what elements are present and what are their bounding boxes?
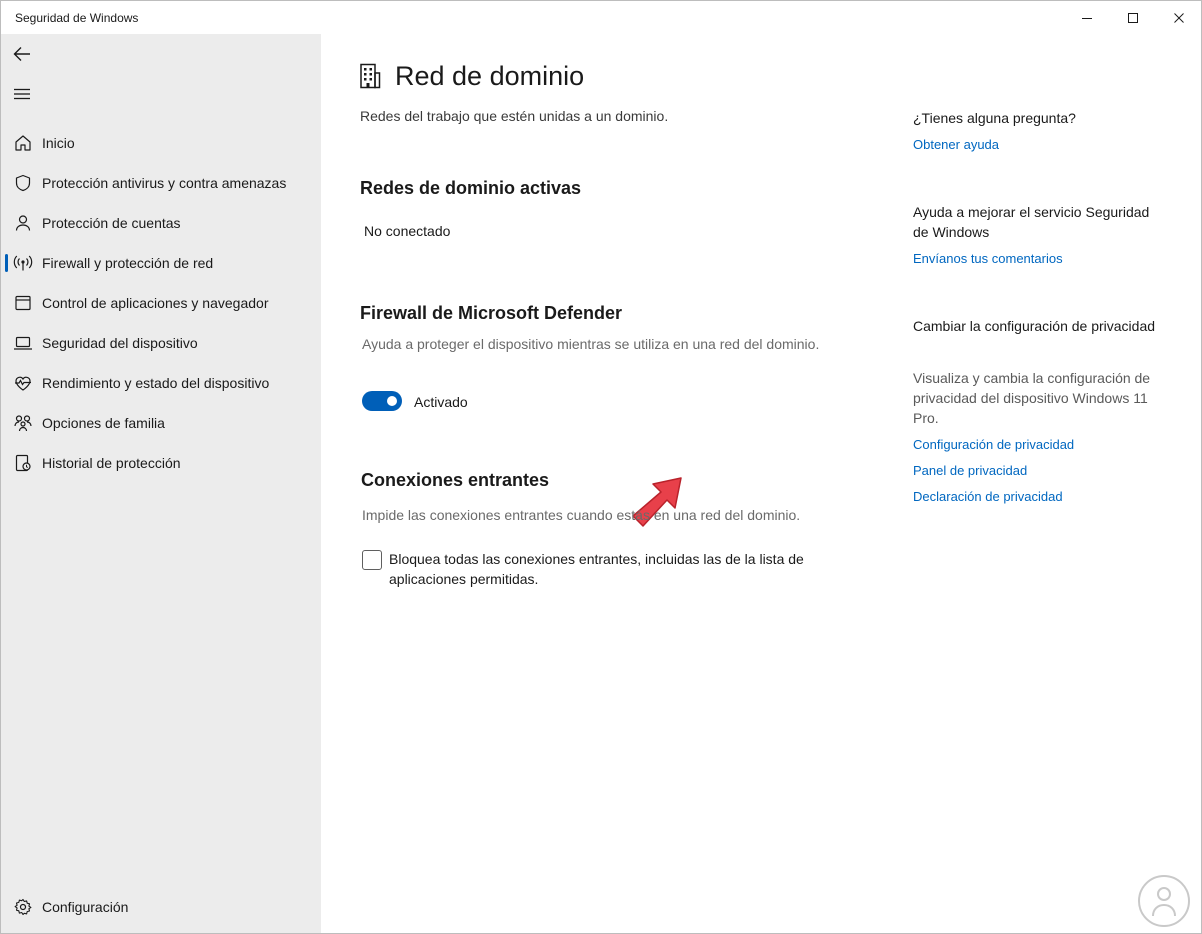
network-status: No conectado: [364, 223, 451, 239]
minimize-icon: [1082, 17, 1092, 19]
sidebar-item-aplicaciones[interactable]: Control de aplicaciones y navegador: [5, 285, 317, 321]
help-question: ¿Tienes alguna pregunta?: [913, 110, 1076, 126]
sidebar-item-label: Inicio: [42, 135, 75, 151]
sidebar: Inicio Protección antivirus y contra ame…: [1, 34, 321, 933]
home-icon: [11, 133, 35, 153]
feedback-link[interactable]: Envíanos tus comentarios: [913, 251, 1063, 266]
app-window: Seguridad de Windows Inicio Protección a…: [0, 0, 1202, 934]
window-title: Seguridad de Windows: [15, 11, 139, 25]
main-content: Red de dominio Redes del trabajo que est…: [321, 34, 1201, 933]
sidebar-item-label: Historial de protección: [42, 455, 181, 471]
close-icon: [1174, 12, 1184, 23]
sidebar-item-inicio[interactable]: Inicio: [5, 125, 317, 161]
sidebar-item-cuentas[interactable]: Protección de cuentas: [5, 205, 317, 241]
privacy-description: Visualiza y cambia la configuración de p…: [913, 370, 1151, 426]
maximize-icon: [1128, 12, 1138, 23]
sidebar-item-label: Opciones de familia: [42, 415, 165, 431]
sidebar-item-familia[interactable]: Opciones de familia: [5, 405, 317, 441]
privacy-heading: Cambiar la configuración de privacidad: [913, 318, 1156, 334]
back-arrow-icon: [13, 47, 30, 61]
back-button[interactable]: [7, 40, 37, 68]
sidebar-item-label: Protección antivirus y contra amenazas: [42, 175, 287, 191]
firewall-toggle[interactable]: [362, 391, 402, 411]
incoming-description: Impide las conexiones entrantes cuando e…: [362, 507, 801, 523]
block-incoming-label: Bloquea todas las conexiones entrantes, …: [389, 551, 804, 587]
sidebar-item-label: Rendimiento y estado del dispositivo: [42, 375, 270, 391]
family-icon: [11, 413, 35, 433]
sidebar-item-configuracion[interactable]: Configuración: [5, 889, 317, 925]
close-button[interactable]: [1156, 1, 1202, 34]
title-bar: Seguridad de Windows: [1, 1, 1201, 34]
maximize-button[interactable]: [1110, 1, 1156, 34]
firewall-description: Ayuda a proteger el dispositivo mientras…: [362, 336, 820, 352]
shield-icon: [11, 173, 35, 193]
sidebar-item-label: Firewall y protección de red: [42, 255, 214, 271]
privacy-settings-link[interactable]: Configuración de privacidad: [913, 437, 1074, 452]
privacy-statement-link[interactable]: Declaración de privacidad: [913, 489, 1063, 504]
incoming-connections-heading: Conexiones entrantes: [361, 470, 550, 490]
person-icon: [11, 213, 35, 233]
sidebar-item-firewall[interactable]: Firewall y protección de red: [5, 245, 317, 281]
sidebar-item-antivirus[interactable]: Protección antivirus y contra amenazas: [5, 165, 317, 201]
active-networks-heading: Redes de dominio activas: [360, 178, 582, 198]
sidebar-item-label: Control de aplicaciones y navegador: [42, 295, 269, 311]
hamburger-icon: [14, 88, 30, 100]
sidebar-item-label: Seguridad del dispositivo: [42, 335, 198, 351]
sidebar-item-label: Protección de cuentas: [42, 215, 181, 231]
history-icon: [11, 453, 35, 473]
laptop-icon: [11, 333, 35, 353]
minimize-button[interactable]: [1064, 1, 1110, 34]
app-window-icon: [11, 293, 35, 313]
sidebar-item-dispositivo[interactable]: Seguridad del dispositivo: [5, 325, 317, 361]
sidebar-item-historial[interactable]: Historial de protección: [5, 445, 317, 481]
get-help-link[interactable]: Obtener ayuda: [913, 137, 999, 152]
sidebar-item-rendimiento[interactable]: Rendimiento y estado del dispositivo: [5, 365, 317, 401]
antenna-icon: [11, 253, 35, 273]
hamburger-menu-button[interactable]: [7, 80, 37, 108]
page-title: Red de dominio: [395, 60, 585, 91]
page-description: Redes del trabajo que estén unidas a un …: [360, 108, 669, 124]
gear-icon: [11, 897, 35, 917]
heart-pulse-icon: [11, 373, 35, 393]
page-header: Red de dominio: [359, 58, 584, 94]
building-icon: [360, 63, 381, 89]
privacy-dashboard-link[interactable]: Panel de privacidad: [913, 463, 1027, 478]
firewall-toggle-label: Activado: [414, 394, 468, 410]
block-incoming-checkbox[interactable]: [362, 550, 382, 570]
improve-text: Ayuda a mejorar el servicio Seguridad de…: [913, 204, 1150, 240]
settings-label: Configuración: [42, 899, 129, 915]
watermark-logo-icon: [1138, 875, 1190, 927]
firewall-heading: Firewall de Microsoft Defender: [360, 303, 623, 323]
toggle-knob: [387, 396, 397, 406]
